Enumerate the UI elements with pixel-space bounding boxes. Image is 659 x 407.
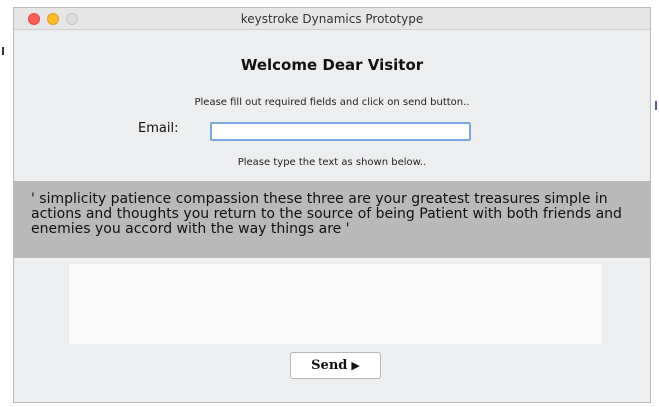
background-edge-mark [655,101,657,110]
send-button-label: Send [311,358,348,373]
window-title: keystroke Dynamics Prototype [240,12,424,26]
app-window: keystroke Dynamics Prototype Welcome Dea… [13,7,651,403]
email-label: Email: [138,121,179,136]
form-content: Welcome Dear Visitor Please fill out req… [14,30,650,402]
play-icon: ▶ [351,359,360,372]
typing-instructions: Please type the text as shown below.. [237,157,427,168]
sample-text-panel: ' simplicity patience compassion these t… [14,181,650,258]
title-bar: keystroke Dynamics Prototype [14,8,650,30]
welcome-heading: Welcome Dear Visitor [240,56,424,74]
sample-text: ' simplicity patience compassion these t… [31,191,622,237]
send-button[interactable]: Send ▶ [290,352,381,379]
email-field[interactable] [210,122,471,141]
background-edge-mark [2,47,4,55]
instructions-text: Please fill out required fields and clic… [194,97,470,108]
typing-input[interactable] [69,264,602,344]
